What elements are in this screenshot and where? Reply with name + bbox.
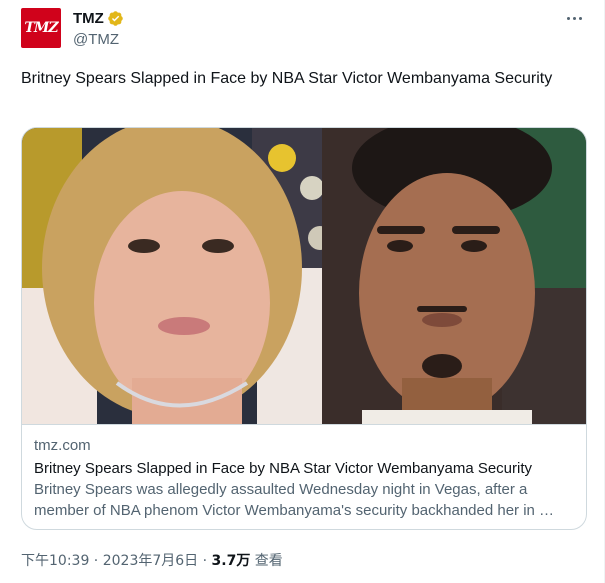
author-name-row[interactable]: TMZ <box>73 10 124 27</box>
verified-badge-icon <box>108 11 123 26</box>
views-label: 查看 <box>250 553 283 569</box>
card-image[interactable] <box>22 128 586 424</box>
tweet-text: Britney Spears Slapped in Face by NBA St… <box>21 70 553 87</box>
views-count: 3.7万 <box>211 553 251 569</box>
card-info[interactable]: tmz.com Britney Spears Slapped in Face b… <box>22 424 586 529</box>
avatar-logo-text: TMZ <box>24 20 58 36</box>
more-icon[interactable] <box>563 8 585 28</box>
author-display-name[interactable]: TMZ <box>73 10 104 27</box>
tweet-meta: 下午10:39 · 2023年7月6日 · 3.7万 查看 <box>21 550 283 570</box>
card-domain: tmz.com <box>34 437 91 454</box>
meta-separator: · <box>198 553 212 569</box>
link-card[interactable]: tmz.com Britney Spears Slapped in Face b… <box>21 127 587 530</box>
tweet-date[interactable]: 2023年7月6日 <box>103 553 198 569</box>
tweet-time[interactable]: 下午10:39 <box>21 553 89 569</box>
card-description: Britney Spears was allegedly assaulted W… <box>34 481 555 519</box>
tweet: TMZ TMZ @TMZ Britney Spears Slapped in F… <box>0 0 605 583</box>
meta-separator: · <box>89 553 103 569</box>
avatar[interactable]: TMZ <box>21 8 61 48</box>
author-handle[interactable]: @TMZ <box>73 31 119 48</box>
card-title: Britney Spears Slapped in Face by NBA St… <box>34 460 533 477</box>
